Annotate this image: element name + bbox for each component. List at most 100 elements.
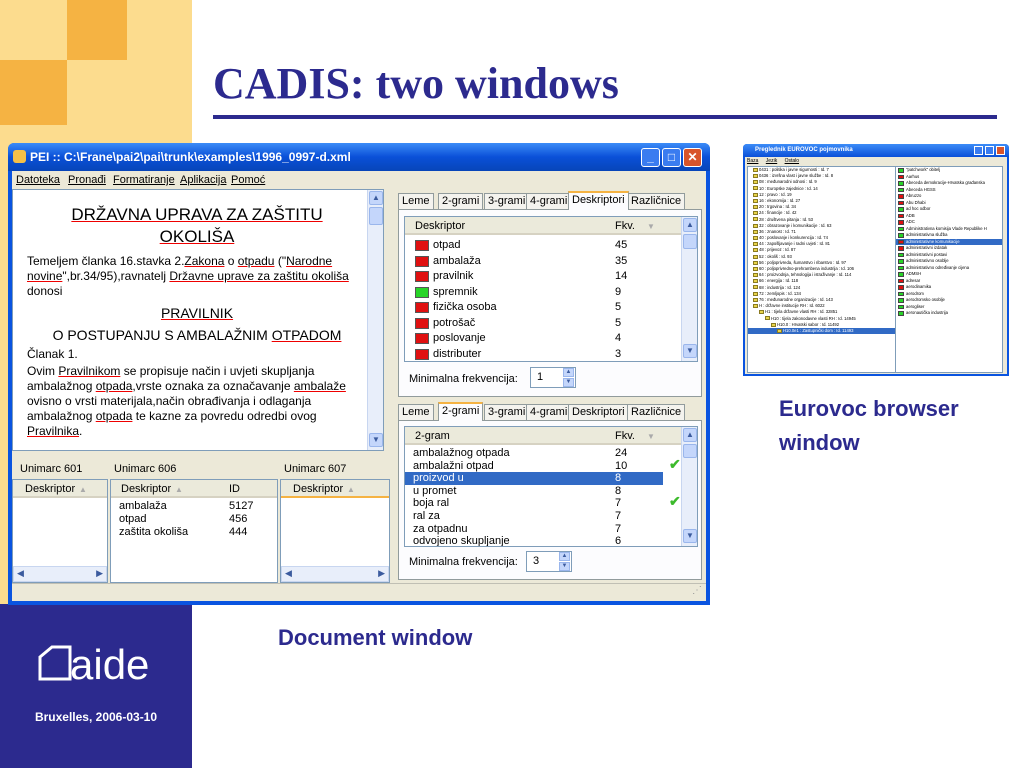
table-row[interactable]: potrošač 5 [405,316,681,331]
tab-2-grami[interactable]: 2-grami [438,193,484,209]
unimarc-601-list[interactable]: Deskriptor ▲ ◀ ▶ [12,479,108,583]
resize-grip-icon[interactable]: ⋰ [692,585,702,596]
scroll-left-icon[interactable]: ◀ [285,568,292,579]
stepper-value[interactable]: 3 [533,555,539,567]
column-header[interactable]: Fkv. [615,430,635,442]
menu-baza[interactable]: Baza [747,158,758,164]
tab-leme[interactable]: Leme [398,193,434,209]
tab-3-grami[interactable]: 3-grami [484,404,530,420]
tab-razlicnice[interactable]: Različnice [627,193,686,209]
stepper-down-icon[interactable]: ▼ [563,378,574,387]
tab-3-grami[interactable]: 3-grami [484,193,530,209]
table-row[interactable]: otpad 456 [111,513,277,526]
term-link[interactable]: Pravilnika [27,424,79,438]
table-row[interactable]: proizvod u 8 [405,472,663,485]
table-row[interactable]: fizička osoba 5 [405,300,681,315]
menu-pomoc[interactable]: Pomoć [231,174,265,186]
table-row[interactable]: u promet 8 [405,485,681,498]
stepper-up-icon[interactable]: ▲ [563,368,574,377]
maximize-button[interactable]: □ [662,148,681,167]
menu-jezik[interactable]: Jezik [766,158,777,164]
term-link[interactable]: otpada [96,409,133,423]
term-link[interactable]: otpadu [238,254,275,268]
doc-scrollbar[interactable]: ▲ ▼ [367,190,383,450]
table-row[interactable]: odvojeno skupljanje 6 [405,535,681,546]
unimarc-607-list[interactable]: Deskriptor ▲ ◀ ▶ [280,479,390,583]
scroll-thumb[interactable] [369,207,383,225]
scroll-up-icon[interactable]: ▲ [683,428,697,442]
list-item[interactable]: aeronautička industrija [896,310,1002,317]
column-header[interactable]: 2-gram [415,430,450,442]
tab-deskriptori[interactable]: Deskriptori [568,404,629,420]
column-header[interactable]: Deskriptor [293,483,343,495]
column-header[interactable]: ID [229,483,240,495]
term-link[interactable]: Državne uprave za zaštitu okoliša [169,269,348,283]
descriptors-scrollbar[interactable]: ▲ ▼ [681,217,697,361]
ngram-scrollbar[interactable]: ▲ ▼ [681,427,697,546]
menu-pronadi[interactable]: Pronađi [68,174,106,186]
column-header[interactable]: Deskriptor [415,220,465,232]
term-link[interactable]: Zakona [184,254,224,268]
close-button[interactable] [996,146,1005,155]
table-row[interactable]: ambalažni otpad 10 ✔ [405,457,681,473]
menu-aplikacija[interactable]: Aplikacija [180,174,226,186]
scroll-thumb[interactable] [683,234,697,249]
tab-2-grami[interactable]: 2-grami [438,402,484,421]
table-row[interactable]: boja ral 7 ✔ [405,495,681,510]
tab-4-grami[interactable]: 4-grami [526,193,572,209]
table-row[interactable]: poslovanje 4 [405,331,681,346]
table-row[interactable]: ambalaža 35 [405,254,681,269]
table-row[interactable]: zaštita okoliša 444 [111,526,277,539]
table-row[interactable]: ambalažnog otpada 24 [405,447,681,460]
tab-deskriptori[interactable]: Deskriptori [568,191,629,210]
term-link[interactable]: ambalaže [294,379,346,393]
scroll-up-icon[interactable]: ▲ [683,218,697,232]
table-row[interactable]: ral za 7 [405,510,681,523]
stepper-up-icon[interactable]: ▲ [559,552,570,561]
eurovoc-tree[interactable]: 0431 : politika i javne sigurnosti : Id.… [747,166,911,373]
horizontal-scrollbar[interactable]: ◀ ▶ [281,566,389,582]
table-row[interactable]: za otpadnu 7 [405,523,681,536]
table-row[interactable]: ambalaža 5127 [111,500,277,513]
window-titlebar[interactable]: PEI :: C:\Frane\pai2\pai\trunk\examples\… [8,143,710,171]
eurovoc-titlebar[interactable]: Preglednik EUROVOC pojmovnika [743,144,1009,157]
document-text-pane[interactable]: DRŽAVNA UPRAVA ZA ZAŠTITU OKOLIŠA Temelj… [12,189,384,451]
stepper-value[interactable]: 1 [537,371,543,383]
tab-razlicnice[interactable]: Različnice [627,404,686,420]
tree-node[interactable]: H10.0e1 : Zastupnički dom : Id. 11493 [748,327,910,335]
menu-formatiranje[interactable]: Formatiranje [113,174,175,186]
min-freq-stepper-top[interactable]: 1 ▲ ▼ [530,367,576,388]
scroll-right-icon[interactable]: ▶ [96,568,103,579]
minimize-button[interactable]: _ [641,148,660,167]
scroll-down-icon[interactable]: ▼ [683,529,697,543]
unimarc-606-list[interactable]: Deskriptor ▲ ID ambalaža 5127 otpad 456 zašt… [110,479,278,583]
eurovoc-term-list[interactable]: "patchwork" obitelj Aarhus Abeceda demokra… [895,166,1003,373]
scroll-thumb[interactable] [683,444,697,458]
ngram-list[interactable]: 2-gram Fkv. ▼ ambalažnog otpada 24 ambalaž… [404,426,698,547]
table-row[interactable]: pravilnik 14 [405,269,681,284]
column-header[interactable]: Deskriptor [121,483,171,495]
scroll-right-icon[interactable]: ▶ [378,568,385,579]
column-header[interactable]: Deskriptor [25,483,75,495]
column-header[interactable]: Fkv. [615,220,635,232]
min-freq-stepper-bottom[interactable]: 3 ▲ ▼ [526,551,572,572]
tab-4-grami[interactable]: 4-grami [526,404,572,420]
descriptors-list[interactable]: Deskriptor Fkv. ▼ otpad 45 ambalaža 35 pravi… [404,216,698,362]
scroll-down-icon[interactable]: ▼ [369,433,383,447]
term-link[interactable]: Pravilnikom [58,364,120,378]
menu-ostalo[interactable]: Ostalo [785,158,799,164]
scroll-up-icon[interactable]: ▲ [369,191,383,205]
scroll-left-icon[interactable]: ◀ [17,568,24,579]
table-row[interactable]: spremnik 9 [405,285,681,300]
term-link[interactable]: OTPADOM [272,327,342,343]
menu-datoteka[interactable]: Datoteka [16,174,60,186]
scroll-down-icon[interactable]: ▼ [683,344,697,358]
stepper-down-icon[interactable]: ▼ [559,562,570,571]
tab-leme[interactable]: Leme [398,404,434,420]
term-link[interactable]: otpada [96,379,133,393]
minimize-button[interactable] [974,146,983,155]
close-button[interactable]: ✕ [683,148,702,167]
table-row[interactable]: otpad 45 [405,238,681,253]
maximize-button[interactable] [985,146,994,155]
table-row[interactable]: distributer 3 [405,347,681,362]
